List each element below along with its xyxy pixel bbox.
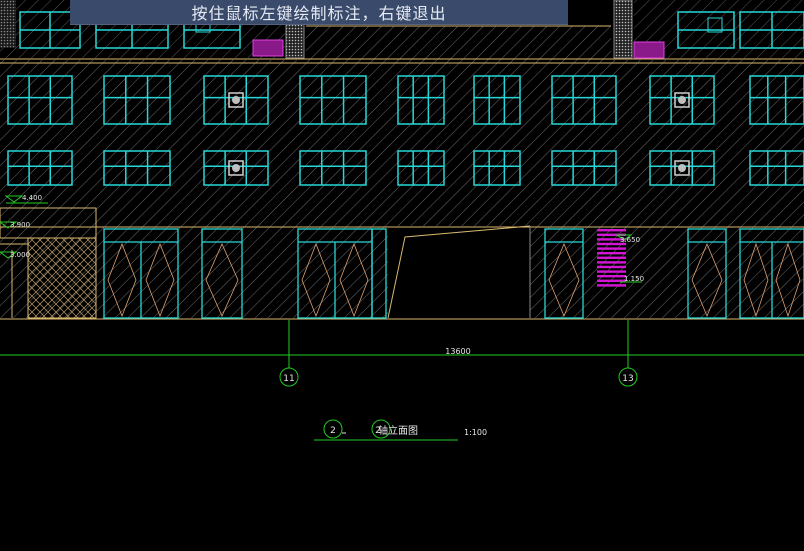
stair-step xyxy=(597,256,626,259)
title-circle-a: 2 xyxy=(330,426,336,436)
dimension-line xyxy=(0,320,804,368)
axis-bubble-13[interactable]: 13 xyxy=(618,367,638,387)
cad-drawing-canvas[interactable]: 4.400 3.900 3.000 3.650 1.150 13600 11 1… xyxy=(0,0,804,551)
drawing-title-block[interactable]: 2 2 轴立面图 1:100 xyxy=(314,419,487,441)
elev-left-mid: 3.900 xyxy=(10,221,30,229)
dimension-value: 13600 xyxy=(445,347,470,356)
command-hint-bar: 按住鼠标左键绘制标注，右键退出 xyxy=(70,0,568,25)
column-dotted-left xyxy=(285,23,305,59)
stair-step xyxy=(597,275,626,278)
stair-step xyxy=(597,284,626,287)
command-hint-text: 按住鼠标左键绘制标注，右键退出 xyxy=(191,4,447,23)
title-scale: 1:100 xyxy=(464,428,487,437)
title-text: 轴立面图 xyxy=(378,424,418,437)
stair-step xyxy=(597,261,626,264)
stair-step xyxy=(597,229,626,232)
elev-right-low: 1.150 xyxy=(624,275,644,283)
left-edge-strip xyxy=(0,0,16,48)
elev-left-top: 4.400 xyxy=(22,194,42,202)
elev-left-low: 3.000 xyxy=(10,251,30,259)
axis-label-13: 13 xyxy=(622,374,633,384)
railing-highlight-left xyxy=(252,39,284,57)
left-annex-panel xyxy=(27,237,97,319)
axis-label-11: 11 xyxy=(283,374,294,384)
stair-step xyxy=(597,247,626,250)
stair-step xyxy=(597,270,626,273)
axis-bubble-11[interactable]: 11 xyxy=(279,367,299,387)
stair-step xyxy=(597,252,626,255)
stair-step xyxy=(597,265,626,269)
railing-highlight-right xyxy=(633,41,665,59)
column-dotted-right xyxy=(613,0,633,59)
elev-right-top: 3.650 xyxy=(620,236,640,244)
